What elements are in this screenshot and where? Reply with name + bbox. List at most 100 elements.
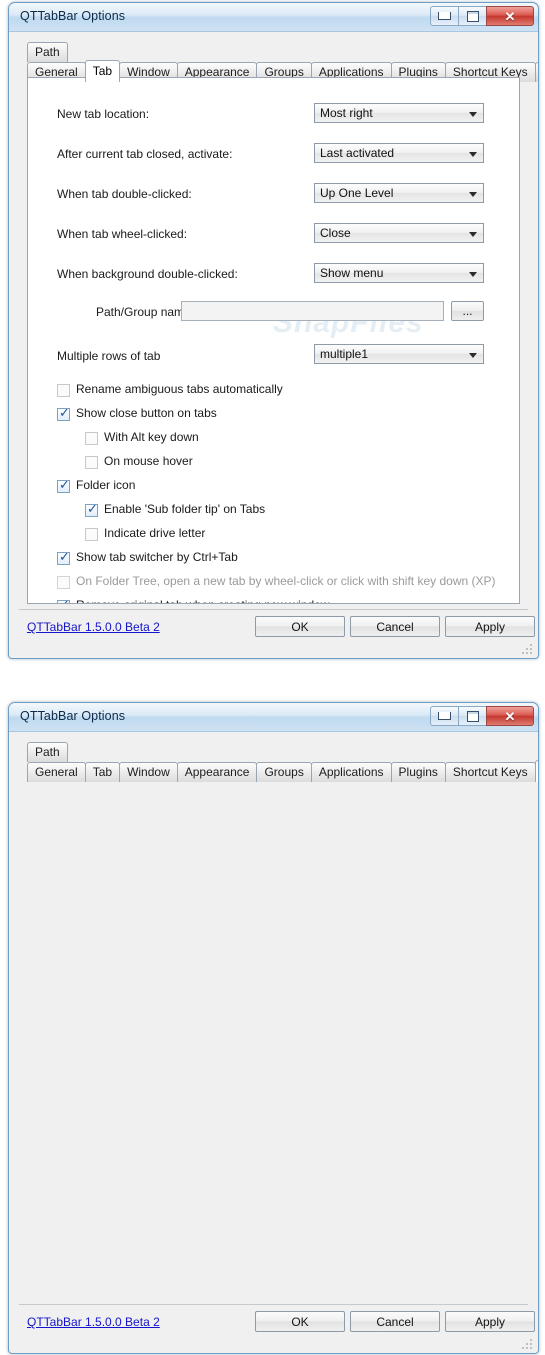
check-icon: ✓ — [59, 406, 70, 421]
checkbox-folder-icon[interactable]: ✓ — [57, 478, 70, 493]
tab-wheel-clicked-label: When tab wheel-clicked: — [57, 227, 188, 241]
background-double-clicked-label: When background double-clicked: — [57, 267, 238, 281]
tab-tab[interactable]: Tab — [84, 60, 121, 82]
checkbox-indicate-drive-letter[interactable] — [85, 528, 98, 541]
background-double-clicked-combo[interactable]: Show menu — [314, 263, 484, 283]
chevron-down-icon — [469, 152, 477, 157]
checkbox-enable-subfolder-tip-tabs[interactable]: ✓ — [85, 502, 98, 517]
footer-divider — [19, 609, 528, 610]
tab-groups[interactable]: Groups — [256, 762, 312, 782]
maximize-button[interactable] — [458, 6, 486, 26]
tab-path[interactable]: Path — [27, 42, 68, 62]
new-tab-location-label: New tab location: — [57, 107, 150, 121]
checkbox-folder-tree-wheel-click-label: On Folder Tree, open a new tab by wheel-… — [76, 574, 496, 588]
cancel-button[interactable]: Cancel — [350, 616, 440, 637]
tab-general[interactable]: General — [27, 762, 86, 782]
maximize-icon — [466, 10, 479, 22]
chevron-down-icon — [469, 112, 477, 117]
tab-bar: Path General Tab Window Appearance Group… — [19, 42, 538, 82]
tab-row-top: Path — [27, 42, 68, 62]
multiple-rows-combo[interactable]: multiple1 — [314, 344, 484, 364]
path-group-name-label: Path/Group name: — [96, 305, 195, 319]
tab-wheel-clicked-combo[interactable]: Close — [314, 223, 484, 243]
checkbox-with-alt-key[interactable] — [85, 432, 98, 445]
window-controls: ✕ — [430, 706, 534, 726]
checkbox-rename-ambiguous[interactable] — [57, 384, 70, 397]
minimize-button[interactable] — [430, 6, 458, 26]
resize-grip[interactable] — [522, 1339, 533, 1350]
qttabbar-options-window-tab: QTTabBar Options ✕ Path General Tab Wind… — [8, 2, 539, 659]
window-controls: ✕ — [430, 6, 534, 26]
check-icon: ✓ — [59, 599, 70, 603]
close-icon: ✕ — [504, 8, 516, 24]
apply-button[interactable]: Apply — [445, 1311, 535, 1332]
path-group-name-input[interactable] — [181, 301, 444, 321]
checkbox-on-mouse-hover[interactable] — [85, 456, 98, 469]
version-link[interactable]: QTTabBar 1.5.0.0 Beta 2 — [27, 1315, 160, 1329]
tab-bar: Path General Tab Window Appearance Group… — [19, 742, 538, 782]
checkbox-tab-switcher[interactable]: ✓ — [57, 550, 70, 565]
ok-button[interactable]: OK — [255, 616, 345, 637]
tab-path[interactable]: Path — [27, 742, 68, 762]
checkbox-remove-original-tab[interactable]: ✓ — [57, 599, 70, 603]
checkbox-folder-icon-label: Folder icon — [76, 478, 136, 492]
tab-double-clicked-value: Up One Level — [320, 186, 394, 200]
tab-misc[interactable]: Misc. — [534, 62, 538, 82]
footer-divider — [19, 1304, 528, 1305]
checkbox-remove-original-tab-label: Remove original tab when creating new wi… — [76, 598, 329, 603]
checkbox-rename-ambiguous-label: Rename ambiguous tabs automatically — [76, 382, 283, 396]
tab-row-bottom: General Tab Window Appearance Groups App… — [27, 760, 538, 782]
after-tab-closed-combo[interactable]: Last activated — [314, 143, 484, 163]
checkbox-show-close-button-label: Show close button on tabs — [76, 406, 217, 420]
tab-plugins[interactable]: Plugins — [390, 762, 446, 782]
title-bar: QTTabBar Options ✕ — [9, 703, 538, 732]
tab-row-top: Path — [27, 742, 68, 762]
after-tab-closed-value: Last activated — [320, 146, 395, 160]
checkbox-tab-switcher-label: Show tab switcher by Ctrl+Tab — [76, 550, 238, 564]
window-title: QTTabBar Options — [20, 709, 126, 723]
check-icon: ✓ — [59, 478, 70, 493]
tab-shortcut-keys[interactable]: Shortcut Keys — [444, 762, 536, 782]
tab-settings-panel: SnapFiles New tab location: Most right A… — [27, 77, 520, 604]
check-icon: ✓ — [87, 502, 98, 517]
checkbox-indicate-drive-letter-label: Indicate drive letter — [104, 526, 206, 540]
close-button[interactable]: ✕ — [486, 6, 534, 26]
version-link[interactable]: QTTabBar 1.5.0.0 Beta 2 — [27, 620, 160, 634]
qttabbar-options-window-misc: QTTabBar Options ✕ Path General Tab Wind… — [8, 702, 539, 1354]
cancel-button[interactable]: Cancel — [350, 1311, 440, 1332]
chevron-down-icon — [469, 353, 477, 358]
close-button[interactable]: ✕ — [486, 706, 534, 726]
check-icon: ✓ — [59, 550, 70, 565]
tab-window[interactable]: Window — [119, 762, 178, 782]
maximize-icon — [466, 710, 479, 722]
checkbox-on-mouse-hover-label: On mouse hover — [104, 454, 193, 468]
title-bar: QTTabBar Options ✕ — [9, 3, 538, 32]
tab-double-clicked-combo[interactable]: Up One Level — [314, 183, 484, 203]
checkbox-enable-subfolder-tip-tabs-label: Enable 'Sub folder tip' on Tabs — [104, 502, 266, 516]
checkbox-with-alt-key-label: With Alt key down — [104, 430, 199, 444]
new-tab-location-combo[interactable]: Most right — [314, 103, 484, 123]
minimize-button[interactable] — [430, 706, 458, 726]
minimize-icon — [438, 712, 451, 720]
background-double-clicked-value: Show menu — [320, 266, 384, 280]
checkbox-show-close-button[interactable]: ✓ — [57, 406, 70, 421]
ok-button[interactable]: OK — [255, 1311, 345, 1332]
maximize-button[interactable] — [458, 706, 486, 726]
tab-misc[interactable]: Misc. — [534, 760, 538, 782]
multiple-rows-label: Multiple rows of tab — [57, 349, 161, 363]
multiple-rows-value: multiple1 — [320, 347, 369, 361]
new-tab-location-value: Most right — [320, 106, 373, 120]
tab-double-clicked-label: When tab double-clicked: — [57, 187, 192, 201]
minimize-icon — [438, 12, 451, 20]
apply-button[interactable]: Apply — [445, 616, 535, 637]
window-title: QTTabBar Options — [20, 9, 126, 23]
browse-button[interactable]: ... — [451, 301, 484, 321]
tab-applications[interactable]: Applications — [310, 762, 392, 782]
chevron-down-icon — [469, 232, 477, 237]
tab-appearance[interactable]: Appearance — [176, 762, 258, 782]
tab-wheel-clicked-value: Close — [320, 226, 351, 240]
tab-tab[interactable]: Tab — [84, 762, 121, 782]
resize-grip[interactable] — [522, 644, 533, 655]
close-icon: ✕ — [504, 708, 516, 724]
chevron-down-icon — [469, 272, 477, 277]
